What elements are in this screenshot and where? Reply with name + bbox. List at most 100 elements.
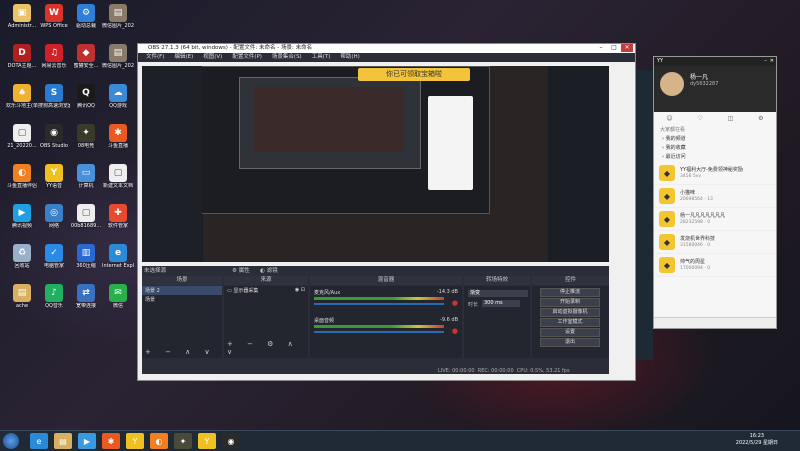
menu-item[interactable]: 帮助(H) [340, 53, 359, 62]
captured-desktop-left [142, 66, 202, 262]
mute-icon[interactable]: ● [452, 299, 458, 307]
taskbar-app-icon[interactable]: Y [126, 433, 144, 449]
yy-group-row[interactable]: › 我的收藏 [654, 144, 776, 153]
eye-icon[interactable]: ◉ ⊡ [295, 287, 305, 293]
volume-slider[interactable] [314, 331, 444, 333]
desktop-icon[interactable]: ◆ 蜜獾安全... [70, 44, 102, 69]
list-item[interactable]: ◆ 发烧机世界科技 31580046 · 0 [654, 231, 776, 254]
list-item[interactable]: ◆ 小猫咪 20698564 · 13 [654, 185, 776, 208]
desktop-icon[interactable]: ✦ 08电竞 [70, 124, 102, 149]
taskbar-app-icon[interactable]: ◉ [222, 433, 240, 449]
yy-tab-icon[interactable]: ☺ [666, 115, 672, 122]
close-icon[interactable]: ✕ [770, 57, 774, 66]
channel-name: YY福利大厅-免费领神秘奖励 [680, 167, 743, 173]
menu-item[interactable]: 配置文件(P) [232, 53, 262, 62]
desktop-icon[interactable]: ✚ 软件管家 [102, 204, 134, 229]
desktop-icon[interactable]: ▤微信图片_20220402... [102, 44, 134, 69]
clock[interactable]: 16:23 2022/5/29 星期日 [736, 433, 778, 447]
desktop-icon[interactable]: W WPS Office [38, 4, 70, 29]
desktop-icon-label: Administr... [7, 23, 37, 29]
desktop-icon[interactable]: ♫ 网易云音乐 [38, 44, 70, 69]
desktop-icon[interactable]: ▤微信图片_20220402... [102, 4, 134, 29]
desktop-icon[interactable]: eInternet Explorer [102, 244, 134, 269]
scene-toolbar[interactable]: + − ∧ ∨ [145, 348, 216, 356]
control-button[interactable]: 工作室模式 [540, 318, 600, 327]
desktop-icon[interactable]: S 搜狗高速浏览器 [38, 84, 70, 109]
control-button[interactable]: 设置 [540, 328, 600, 337]
desktop-icon[interactable]: ♻ 回收站 [6, 244, 38, 269]
mute-icon[interactable]: ● [452, 327, 458, 335]
close-icon[interactable]: ✕ [621, 44, 633, 52]
taskbar-app-icon[interactable]: ✦ [174, 433, 192, 449]
properties-button[interactable]: ⚙ 属性 [232, 266, 250, 274]
desktop-icon[interactable]: ▭ 计算机 [70, 164, 102, 189]
avatar[interactable] [660, 72, 684, 96]
nested-yy-panel [428, 96, 473, 190]
control-button[interactable]: 停止推流 [540, 288, 600, 297]
scene-item[interactable]: 场景 2 [142, 286, 222, 295]
minimize-icon[interactable]: – [595, 44, 607, 52]
yy-titlebar[interactable]: YY – ✕ [654, 57, 776, 66]
taskbar-app-icon[interactable]: Y [198, 433, 216, 449]
list-item[interactable]: ◆ 帅气的周星 17000094 · 0 [654, 254, 776, 277]
transitions-header: 转场特效 [464, 276, 530, 285]
desktop-icon[interactable]: ♪ QQ音乐 [38, 284, 70, 309]
desktop-icon[interactable]: ⇄ 宽带连接 [70, 284, 102, 309]
desktop-icon[interactable]: ▢ 新建文本文档 [102, 164, 134, 189]
desktop-icon[interactable]: D DOTA主题... [6, 44, 38, 69]
desktop-icon-label: 08电竞 [77, 143, 95, 149]
duration-input[interactable]: 300 ms [482, 300, 520, 307]
yy-group-row[interactable]: › 我的频道 [654, 135, 776, 144]
yy-tab-icon[interactable]: ⚙ [758, 115, 763, 122]
desktop-icon[interactable]: ◐ 斗鱼直播伴侣 [6, 164, 38, 189]
volume-slider[interactable] [314, 303, 444, 305]
yy-tab-icon[interactable]: ◫ [728, 115, 734, 122]
desktop-icon[interactable]: ▥ 360压缩 [70, 244, 102, 269]
desktop-icon[interactable]: ✉ 微信 [102, 284, 134, 309]
desktop-icon[interactable]: ▤ ache [6, 284, 38, 309]
desktop-icon[interactable]: ▶ 腾讯视频 [6, 204, 38, 229]
source-toolbar[interactable]: + − ⚙ ∧ ∨ [227, 340, 308, 356]
obs-preview[interactable]: 你已可领取宝箱啦 [142, 66, 609, 262]
desktop-icon-label: 搜狗高速浏览器 [38, 103, 70, 109]
desktop-icon[interactable]: ▣ Administr... [6, 4, 38, 29]
list-item[interactable]: ◆ 杨一凡凡凡凡凡凡凡 28232598 · 0 [654, 208, 776, 231]
obs-titlebar[interactable]: OBS 27.1.3 (64 bit, windows) - 配置文件: 未命名… [138, 44, 635, 53]
control-button[interactable]: 退出 [540, 338, 600, 347]
desktop-icon[interactable]: Y YY语音 [38, 164, 70, 189]
menu-item[interactable]: 场景集合(S) [272, 53, 302, 62]
desktop-icon[interactable]: ▢ 21_20220... [6, 124, 38, 149]
desktop-icon[interactable]: ☁ QQ游戏 [102, 84, 134, 109]
desktop-icon[interactable]: ◎ 网络 [38, 204, 70, 229]
scene-item[interactable]: 场景 [142, 295, 222, 304]
menu-item[interactable]: 视图(V) [203, 53, 222, 62]
yy-group-row[interactable]: › 最近访问 [654, 153, 776, 162]
desktop-icon[interactable]: Q 腾讯QQ [70, 84, 102, 109]
filters-button[interactable]: ◐ 滤镜 [260, 266, 278, 274]
list-item[interactable]: ◆ YY福利大厅-免费领神秘奖励 3456 5vv [654, 162, 776, 185]
yy-tab-icon[interactable]: ♡ [697, 115, 702, 122]
minimize-icon[interactable]: – [764, 57, 767, 66]
source-item[interactable]: ▭ 显示器采集 ◉ ⊡ [224, 286, 308, 295]
transition-select[interactable]: 渐变 [468, 290, 528, 297]
menu-item[interactable]: 编辑(E) [174, 53, 193, 62]
taskbar-app-icon[interactable]: ▤ [54, 433, 72, 449]
desktop-icon[interactable]: ⚙ 驱动总裁 [70, 4, 102, 29]
menu-item[interactable]: 工具(T) [312, 53, 331, 62]
taskbar-app-icon[interactable]: ▶ [78, 433, 96, 449]
desktop-icon[interactable]: ▢ 00b81689... [70, 204, 102, 229]
desktop-icon[interactable]: ◉ OBS Studio [38, 124, 70, 149]
obs-menubar: 文件(F) 编辑(E) 视图(V) 配置文件(P) 场景集合(S) 工具(T) 帮助(H) [138, 53, 635, 62]
menu-item[interactable]: 文件(F) [146, 53, 164, 62]
taskbar-app-icon[interactable]: e [30, 433, 48, 449]
control-button[interactable]: 启动虚拟摄像机 [540, 308, 600, 317]
control-button[interactable]: 开始录制 [540, 298, 600, 307]
desktop-icon[interactable]: ♠欢乐斗地主(单机版) [6, 84, 38, 109]
start-button[interactable] [3, 433, 19, 449]
maximize-icon[interactable]: □ [608, 44, 620, 52]
desktop-icon[interactable]: ✓ 电脑管家 [38, 244, 70, 269]
taskbar-app-icon[interactable]: ✱ [102, 433, 120, 449]
desktop-icon[interactable]: ✱ 斗鱼直播 [102, 124, 134, 149]
taskbar-app-icon[interactable]: ◐ [150, 433, 168, 449]
app-icon: ▭ [77, 164, 95, 182]
